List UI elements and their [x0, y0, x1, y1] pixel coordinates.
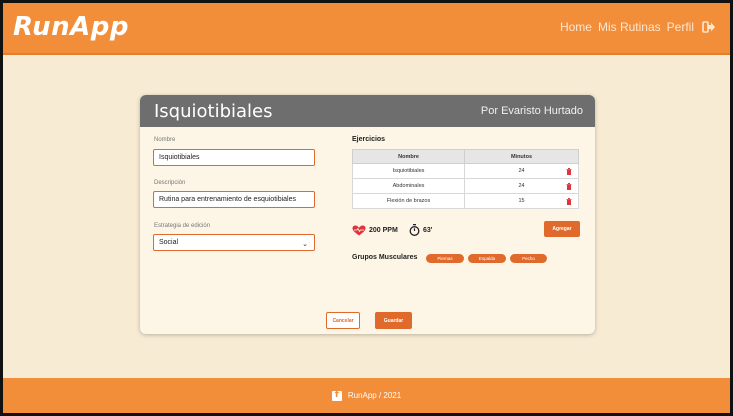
tiempo-stat: 63': [409, 224, 432, 236]
facebook-icon[interactable]: [331, 390, 342, 401]
heart-icon: [352, 225, 366, 236]
trash-icon[interactable]: [566, 168, 572, 175]
cancelar-button[interactable]: Cancelar: [326, 312, 360, 329]
stopwatch-icon: [409, 224, 420, 236]
estrategia-label: Estrategia de edición: [154, 223, 211, 229]
nombre-input-value: Isquiotibiales: [159, 154, 200, 161]
app-logo[interactable]: RunApp: [13, 12, 129, 42]
col-header-nombre: Nombre: [352, 149, 465, 164]
row-nombre: Flexión de brazos: [352, 193, 465, 209]
nombre-input[interactable]: Isquiotibiales: [153, 149, 315, 166]
grupos-musculares-title: Grupos Musculares: [352, 254, 418, 261]
col-header-minutos: Minutos: [464, 149, 579, 164]
logout-icon[interactable]: [702, 20, 716, 34]
ppm-stat: 200 PPM: [352, 225, 398, 236]
footer-text: RunApp / 2021: [347, 391, 402, 400]
row-minutos-cell: 15: [464, 193, 579, 209]
nombre-label: Nombre: [154, 137, 176, 143]
ejercicios-table: Nombre Minutos Isquiotibiales 24 Abdomin…: [352, 149, 579, 209]
grupo-chip-pecho[interactable]: Pecho: [510, 254, 547, 263]
row-minutos-cell: 24: [464, 178, 579, 194]
ejercicios-title: Ejercicios: [352, 136, 386, 143]
descripcion-input[interactable]: Rutina para entrenamiento de esquiotibia…: [153, 191, 315, 208]
table-row: Abdominales 24: [352, 178, 579, 194]
row-minutos-cell: 24: [464, 163, 579, 179]
row-nombre: Isquiotibiales: [352, 163, 465, 179]
chevron-down-icon: ⌄: [302, 241, 308, 248]
guardar-button[interactable]: Guardar: [375, 312, 412, 329]
estrategia-select-value: Social: [159, 239, 179, 246]
app-frame: RunApp Home Mis Rutinas Perfil Isquiotib…: [3, 3, 730, 413]
row-minutos: 24: [518, 168, 525, 174]
routine-edit-card: Isquiotibiales Por Evaristo Hurtado Nomb…: [140, 95, 595, 334]
nav-mis-rutinas-link[interactable]: Mis Rutinas: [598, 20, 661, 34]
row-minutos: 15: [518, 198, 525, 204]
card-header: Isquiotibiales Por Evaristo Hurtado: [140, 95, 595, 127]
grupo-chip-espalda[interactable]: Espalda: [468, 254, 506, 263]
footer: RunApp / 2021: [3, 378, 730, 413]
routine-author: Por Evaristo Hurtado: [480, 105, 583, 117]
table-header-row: Nombre Minutos: [352, 149, 579, 164]
descripcion-label: Descripción: [154, 180, 186, 186]
row-nombre: Abdominales: [352, 178, 465, 194]
trash-icon[interactable]: [566, 198, 572, 205]
trash-icon[interactable]: [566, 183, 572, 190]
descripcion-input-value: Rutina para entrenamiento de esquiotibia…: [159, 196, 296, 203]
grupo-chip-piernas[interactable]: Piernas: [426, 254, 464, 263]
nav-home-link[interactable]: Home: [560, 20, 592, 34]
top-navbar: RunApp Home Mis Rutinas Perfil: [3, 3, 730, 55]
table-row: Flexión de brazos 15: [352, 193, 579, 209]
routine-title: Isquiotibiales: [154, 101, 273, 122]
ppm-value: 200 PPM: [369, 227, 398, 234]
row-minutos: 24: [518, 183, 525, 189]
main-nav: Home Mis Rutinas Perfil: [560, 20, 716, 34]
estrategia-select[interactable]: Social ⌄: [153, 234, 315, 251]
table-row: Isquiotibiales 24: [352, 163, 579, 179]
agregar-button[interactable]: Agregar: [544, 221, 580, 237]
tiempo-value: 63': [423, 226, 433, 234]
nav-perfil-link[interactable]: Perfil: [667, 20, 694, 34]
